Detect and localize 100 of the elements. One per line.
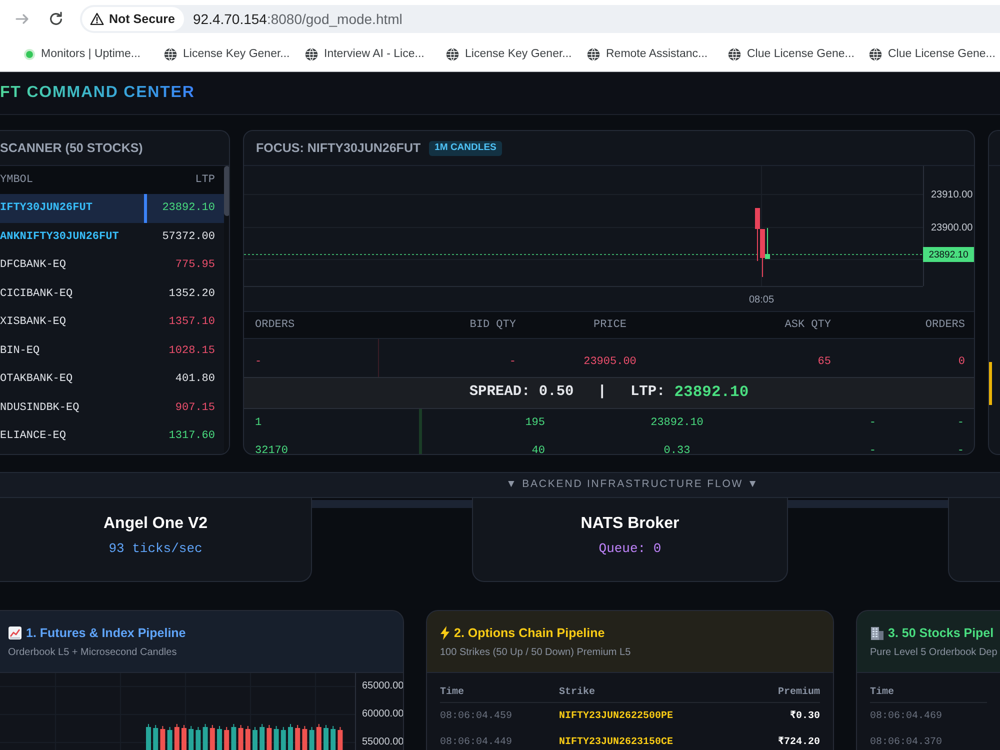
scanner-row[interactable]: XISBANK-EQ 1357.10 (0, 308, 224, 336)
bookmark-item[interactable]: Interview AI - Lice... (305, 46, 446, 64)
candle (182, 724, 186, 750)
symbol-cell-text: IFTY30JUN26FUT (0, 201, 92, 216)
axis-label: 23910.00 (931, 190, 973, 201)
column-header: ASK QTY (784, 318, 831, 333)
bookmark-item[interactable]: Clue License Gene... (728, 46, 869, 64)
bookmark-item[interactable]: License Key Gener... (164, 46, 305, 64)
pipeline-title: 1. Futures & Index Pipeline (26, 624, 186, 642)
symbol-cell-text: BIN-EQ (0, 344, 40, 358)
bookmark-item[interactable]: Monitors | Uptime... (23, 46, 164, 64)
time-cell-text: 08:06:04.459 (440, 710, 512, 724)
candle (146, 724, 151, 750)
scanner-row[interactable]: NDUSINDBK-EQ 907.15 (0, 394, 224, 422)
timeframe-badge: 1M CANDLES (428, 140, 502, 156)
symbol-cell-text: OTAKBANK-EQ (0, 372, 73, 387)
symbol-cell-text: DFCBANK-EQ (0, 258, 66, 273)
price-cell-text: 57372.00 (162, 230, 215, 244)
candle (288, 724, 293, 750)
candle (196, 726, 201, 750)
scanner-row[interactable]: ELIANCE-EQ 1317.60 (0, 422, 224, 450)
candle (274, 726, 279, 750)
symbol-cell-text: XISBANK-EQ (0, 315, 66, 330)
premium-cell-text: ₹724.20 (778, 736, 820, 750)
column-header: Premium (778, 686, 820, 700)
candle (309, 726, 314, 750)
candle (280, 726, 286, 750)
column-header: LTP (195, 172, 215, 188)
axis-label: 08:05 (748, 294, 774, 306)
column-header: ORDERS (925, 318, 965, 333)
strike-cell-text: NIFTY23JUN2622500PE (559, 710, 674, 724)
candle (153, 724, 158, 750)
panel-title: SCANNER (50 STOCKS) (0, 140, 143, 157)
candle (188, 726, 194, 750)
bookmark-item[interactable]: Clue License Gene... (869, 46, 1000, 64)
globe-icon (305, 48, 318, 61)
forward-icon[interactable] (14, 11, 30, 27)
bookmark-item[interactable]: Remote Assistanc... (587, 46, 728, 64)
node-metric: 93 ticks/sec (108, 541, 202, 557)
chart-icon (8, 626, 22, 640)
orders-cell: 1 (255, 417, 262, 429)
scanner-row[interactable]: OTAKBANK-EQ 401.80 (0, 365, 224, 394)
axis-label: 23900.00 (931, 222, 973, 234)
globe-icon (728, 48, 741, 61)
orders-cell: - (957, 417, 964, 429)
panel-title: FOCUS: NIFTY30JUN26FUT (256, 140, 421, 157)
column-header: Strike (559, 686, 596, 700)
candle (338, 726, 343, 750)
node-title: NATS Broker (580, 514, 680, 534)
symbol-cell-text: ANKNIFTY30JUN26FUT (0, 230, 119, 244)
candle (324, 724, 328, 750)
candle (224, 726, 230, 750)
reload-icon[interactable] (48, 11, 64, 27)
candle (245, 726, 250, 750)
status-dot-icon (24, 49, 35, 60)
candle (160, 726, 166, 750)
scanner-row[interactable]: CICIBANK-EQ 1352.20 (0, 280, 224, 308)
price-cell: 23892.10 (650, 417, 704, 429)
bookmark-item[interactable]: License Key Gener... (446, 46, 587, 64)
globe-icon (446, 48, 459, 61)
scrollbar-thumb[interactable] (224, 166, 229, 216)
globe-icon (587, 48, 600, 61)
warning-icon (90, 12, 104, 26)
symbol-cell-text: CICIBANK-EQ (0, 286, 73, 302)
ltp-label: LTP: (630, 383, 666, 402)
candle (316, 724, 322, 750)
price-label: 23892.10 (923, 247, 974, 262)
candle (302, 726, 308, 750)
column-header: PRICE (593, 318, 626, 333)
scanner-row[interactable]: IFTY30JUN26FUT 23892.10 (0, 194, 224, 222)
address-bar[interactable]: Not Secure 92.4.70.154:8080/god_mode.html (80, 5, 1000, 33)
candle (167, 726, 172, 750)
symbol-cell-text: ELIANCE-EQ (0, 429, 66, 444)
time-cell-text: 08:06:04.370 (870, 736, 942, 750)
time-cell-text: 08:06:04.449 (440, 736, 512, 750)
candle (260, 724, 265, 750)
quantity-cell-text: 65 (818, 354, 831, 370)
quantity-cell: - (869, 445, 876, 454)
scrollbar[interactable] (224, 166, 229, 454)
price-cell-text: 1352.20 (168, 286, 215, 302)
price-cell-text: 401.80 (175, 372, 215, 387)
price-cell-text: 775.95 (175, 258, 215, 273)
building-icon (870, 626, 884, 640)
column-header: Time (440, 686, 464, 700)
price-cell-text: 1357.10 (168, 315, 215, 330)
scanner-row[interactable]: BIN-EQ 1028.15 (0, 336, 224, 365)
globe-icon (164, 48, 177, 61)
security-chip[interactable]: Not Secure (82, 7, 184, 31)
column-header: Time (870, 686, 894, 700)
pipeline-subtitle: Orderbook L5 + Microsecond Candles (8, 646, 178, 660)
axis-label: 55000.00 (362, 736, 403, 748)
candle (295, 724, 300, 750)
time-cell-text: 08:06:04.469 (870, 710, 942, 724)
orders-cell: 32170 (255, 445, 288, 454)
url-text: 92.4.70.154:8080/god_mode.html (193, 10, 402, 29)
candle (174, 724, 180, 750)
candle (238, 724, 244, 750)
axis-label: 60000.00 (362, 708, 403, 720)
scanner-row[interactable]: DFCBANK-EQ 775.95 (0, 251, 224, 280)
scanner-row[interactable]: ANKNIFTY30JUN26FUT 57372.00 (0, 222, 224, 251)
